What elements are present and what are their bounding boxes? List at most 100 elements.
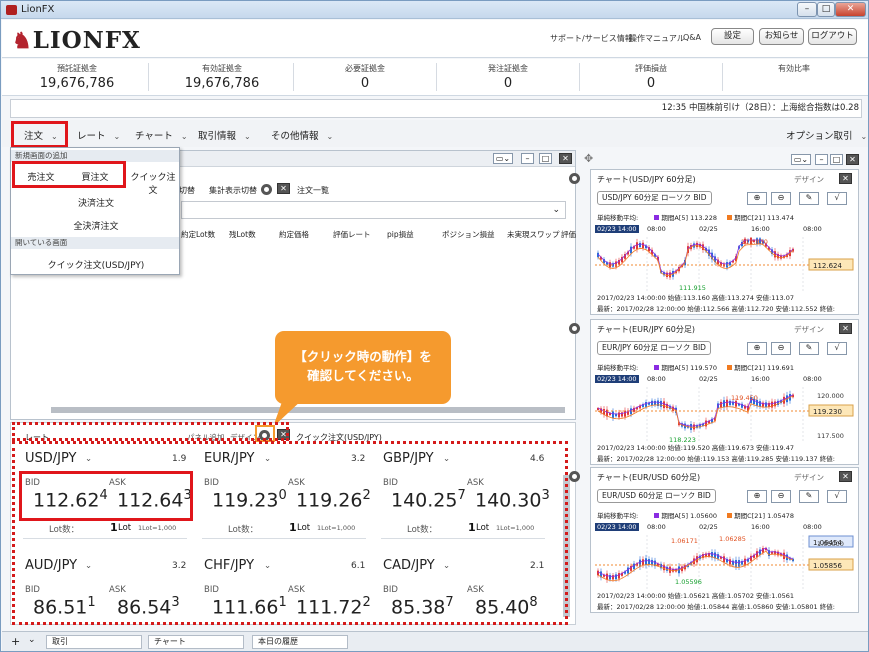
chevron-down-icon[interactable]: ⌄ <box>443 561 450 571</box>
lot-value[interactable]: 1 <box>289 521 297 534</box>
filter-select[interactable]: ⌄ <box>181 201 566 219</box>
ask-price[interactable]: 86.543 <box>117 595 180 618</box>
tab-chart[interactable]: チャート <box>148 635 244 649</box>
gear-icon[interactable] <box>261 184 272 195</box>
qa-link[interactable]: Q&A <box>683 33 701 42</box>
minimize-button[interactable]: – <box>797 2 817 17</box>
chevron-down-icon[interactable]: ⌄ <box>264 561 271 571</box>
currency-pair-label[interactable]: AUD/JPY <box>25 558 77 573</box>
lot-value[interactable]: 1 <box>110 521 118 534</box>
chart-symbol-select[interactable]: EUR/JPY 60分足 ローソク BID <box>597 341 711 355</box>
panel-close-button[interactable]: ✕ <box>846 154 859 165</box>
currency-pair-label[interactable]: CAD/JPY <box>383 558 435 573</box>
settings-button[interactable]: 設定 <box>711 28 754 45</box>
price-chart[interactable]: 1.058561.062851.055961.06171 1.064541.050… <box>595 535 855 591</box>
zoom-in-icon[interactable]: ⊕ <box>747 342 767 355</box>
indicator-icon[interactable]: √ <box>827 490 847 503</box>
col-swap[interactable]: 未実現スワップ <box>507 229 560 240</box>
currency-pair-label[interactable]: CHF/JPY <box>204 558 254 573</box>
menu-trade-info[interactable]: 取引情報 ⌄ <box>198 128 251 142</box>
panel-menu-button[interactable]: ▭⌄ <box>493 153 513 164</box>
tab-order-list[interactable]: 注文一覧 <box>297 185 329 196</box>
menu-rate[interactable]: レート ⌄ <box>77 128 120 142</box>
zoom-out-icon[interactable]: ⊖ <box>771 192 791 205</box>
zoom-in-icon[interactable]: ⊕ <box>747 192 767 205</box>
tab-trade[interactable]: 取引 <box>46 635 142 649</box>
chevron-down-icon[interactable]: ⌄ <box>443 454 450 464</box>
move-handle-icon[interactable]: ✥ <box>584 152 593 165</box>
design-button[interactable]: デザイン <box>794 324 824 335</box>
logout-button[interactable]: ログアウト <box>808 28 857 45</box>
toolbar-summary-switch[interactable]: 集計表示切替 <box>209 185 257 196</box>
bid-price[interactable]: 86.511 <box>33 595 96 618</box>
menu-chart[interactable]: チャート ⌄ <box>135 128 188 142</box>
manual-link[interactable]: 操作マニュアル <box>629 33 685 44</box>
ask-price[interactable]: 140.303 <box>475 488 550 511</box>
close-icon[interactable]: ✕ <box>839 471 852 482</box>
zoom-out-icon[interactable]: ⊖ <box>771 490 791 503</box>
gear-icon[interactable] <box>569 323 580 334</box>
pen-icon[interactable]: ✎ <box>799 342 819 355</box>
close-window-button[interactable]: ✕ <box>835 2 866 17</box>
chart-symbol-select[interactable]: USD/JPY 60分足 ローソク BID <box>597 191 712 205</box>
design-button[interactable]: デザイン <box>794 174 824 185</box>
panel-menu-button[interactable]: ▭⌄ <box>791 154 811 165</box>
candle <box>606 573 608 580</box>
gear-icon[interactable] <box>569 471 580 482</box>
quick-order-item[interactable]: クイック注文 <box>127 170 179 196</box>
price-chart[interactable]: 119.230119.450118.223120.000117.500 <box>595 387 855 443</box>
col-exec-price[interactable]: 約定価格 <box>279 229 309 240</box>
close-icon[interactable]: ✕ <box>839 173 852 184</box>
close-icon[interactable]: ✕ <box>277 183 290 194</box>
bid-price[interactable]: 140.257 <box>391 488 466 511</box>
ask-price[interactable]: 111.722 <box>296 595 371 618</box>
zoom-out-icon[interactable]: ⊖ <box>771 342 791 355</box>
menu-other-info[interactable]: その他情報 ⌄ <box>271 128 333 142</box>
col-exec-lot[interactable]: 約定Lot数 <box>181 229 215 240</box>
ask-price[interactable]: 85.408 <box>475 595 538 618</box>
col-eval[interactable]: 評価 <box>561 229 576 240</box>
tab-today-history[interactable]: 本日の履歴 <box>252 635 348 649</box>
price-chart[interactable]: 112.624 112.830 111.915 <box>595 237 855 293</box>
bid-price[interactable]: 85.387 <box>391 595 454 618</box>
news-ticker[interactable]: 12:35 中国株前引け（28日）：上海総合指数は0.28 <box>10 99 862 118</box>
panel-maximize-button[interactable]: □ <box>830 154 843 165</box>
settle-order-item[interactable]: 決済注文 <box>41 196 151 209</box>
panel-close-button[interactable]: ✕ <box>559 153 572 164</box>
settle-all-item[interactable]: 全決済注文 <box>41 219 151 232</box>
chart-symbol-select[interactable]: EUR/USD 60分足 ローソク BID <box>597 489 716 503</box>
news-button[interactable]: お知らせ <box>759 28 804 45</box>
col-remaining-lot[interactable]: 残Lot数 <box>229 229 256 240</box>
col-position-pl[interactable]: ポジション損益 <box>442 229 495 240</box>
panel-maximize-button[interactable]: □ <box>539 153 552 164</box>
add-tab-icon[interactable]: + <box>11 635 20 648</box>
chevron-down-icon[interactable]: ⌄ <box>85 454 92 464</box>
design-button[interactable]: デザイン <box>794 472 824 483</box>
currency-pair-label[interactable]: EUR/JPY <box>204 451 254 466</box>
pen-icon[interactable]: ✎ <box>799 192 819 205</box>
tab-menu-icon[interactable]: ⌄ <box>28 635 36 645</box>
ask-price[interactable]: 119.262 <box>296 488 371 511</box>
indicator-icon[interactable]: √ <box>827 192 847 205</box>
bid-price[interactable]: 111.661 <box>212 595 287 618</box>
support-link[interactable]: サポート/サービス情報 <box>550 33 633 44</box>
panel-minimize-button[interactable]: – <box>521 153 534 164</box>
col-eval-rate[interactable]: 評価レート <box>333 229 371 240</box>
chevron-down-icon[interactable]: ⌄ <box>85 561 92 571</box>
currency-pair-label[interactable]: GBP/JPY <box>383 451 434 466</box>
chevron-down-icon[interactable]: ⌄ <box>264 454 271 464</box>
pen-icon[interactable]: ✎ <box>799 490 819 503</box>
lot-value[interactable]: 1 <box>468 521 476 534</box>
indicator-icon[interactable]: √ <box>827 342 847 355</box>
menu-option-trade[interactable]: オプション取引 ⌄ <box>786 128 867 142</box>
zoom-in-icon[interactable]: ⊕ <box>747 490 767 503</box>
quick-order-open-item[interactable]: クイック注文(USD/JPY) <box>21 258 171 271</box>
gear-icon[interactable] <box>569 173 580 184</box>
col-pip-pl[interactable]: pip損益 <box>387 229 414 240</box>
bid-price[interactable]: 119.230 <box>212 488 287 511</box>
panel-minimize-button[interactable]: – <box>815 154 828 165</box>
close-icon[interactable]: ✕ <box>839 323 852 334</box>
maximize-button[interactable]: □ <box>817 2 835 17</box>
toolbar-switch[interactable]: 切替 <box>179 185 195 196</box>
currency-pair-label[interactable]: USD/JPY <box>25 451 77 466</box>
